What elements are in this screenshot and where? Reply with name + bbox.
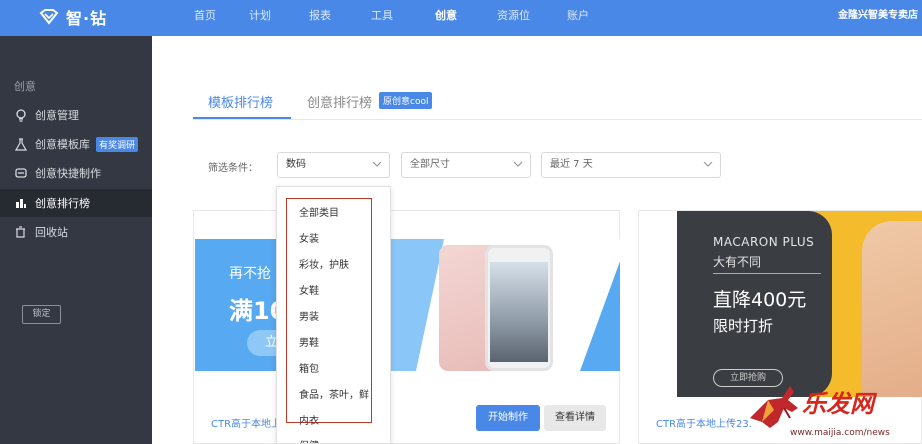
sidebar-item-template-library[interactable]: 创意模板库 有奖调研 [0, 130, 152, 158]
lock-button[interactable]: 锁定 [22, 305, 61, 324]
tab-creative-ranking[interactable]: 创意排行榜 [307, 92, 372, 111]
sidebar-item-label: 创意管理 [35, 109, 79, 122]
survey-badge[interactable]: 有奖调研 [96, 136, 139, 152]
dropdown-option[interactable]: 内衣 [299, 412, 319, 427]
shop-name[interactable]: 金隆兴智美专卖店 [838, 0, 918, 32]
sidebar-item-label: 创意模板库 [35, 138, 90, 151]
sidebar-section-title: 创意 [14, 80, 36, 93]
period-value: 最近 7 天 [550, 159, 593, 170]
nav-tools[interactable]: 工具 [353, 0, 417, 36]
sidebar-item-ranking[interactable]: 创意排行榜 [0, 189, 152, 217]
nav-report[interactable]: 报表 [289, 0, 353, 36]
sidebar-item-label: 回收站 [35, 226, 68, 239]
dropdown-option[interactable]: 全部类目 [299, 204, 339, 219]
banner-brand: MACARON PLUS [713, 235, 815, 249]
banner-promo: 限时打折 [713, 317, 774, 335]
dropdown-option[interactable]: 食品，茶叶，鲜 [299, 386, 369, 401]
template-preview-image[interactable]: MACARON PLUS 大有不同 直降400元 限时打折 立即抢购 [677, 211, 922, 397]
ctr-text: CTR高于本地上 [211, 419, 282, 430]
dropdown-option[interactable]: 男鞋 [299, 334, 319, 349]
category-value: 数码 [286, 159, 306, 170]
dropdown-option[interactable]: 箱包 [299, 360, 319, 375]
ctr-text: CTR高于本地上传23. [656, 419, 752, 430]
dropdown-option[interactable]: 女装 [299, 230, 319, 245]
nav-plan[interactable]: 计划 [225, 0, 289, 36]
banner-price: 直降400元 [713, 289, 807, 311]
chevron-down-icon [372, 161, 382, 167]
nav-resources[interactable]: 资源位 [481, 0, 557, 36]
nav-account[interactable]: 账户 [557, 0, 607, 36]
model-image [862, 221, 922, 397]
sidebar-item-label: 创意排行榜 [35, 197, 90, 210]
logo-text: 智·钻 [66, 9, 108, 28]
watermark-text: 乐发网 [802, 390, 874, 418]
template-card[interactable]: 再不抢 满10 立 CTR高于本地上 开始制作 查看详情 [193, 210, 620, 444]
tab-divider [193, 119, 922, 120]
tab-template-ranking[interactable]: 模板排行榜 [208, 92, 273, 111]
nav-creative[interactable]: 创意 [417, 0, 481, 36]
top-bar: 智·钻 首页 计划 报表 工具 创意 资源位 账户 金隆兴智美专卖店 [0, 0, 922, 36]
dropdown-option[interactable]: 保健 [299, 437, 319, 443]
sidebar-item-quick-make[interactable]: 创意快捷制作 [0, 159, 152, 187]
flask-icon [14, 137, 27, 151]
phone-image [485, 245, 553, 371]
category-dropdown[interactable]: 全部类目 女装 彩妆，护肤 女鞋 男装 男鞋 箱包 食品，茶叶，鲜 内衣 保健 [276, 186, 391, 444]
trash-icon [14, 226, 27, 239]
layers-icon [14, 167, 27, 180]
category-select[interactable]: 数码 [277, 152, 390, 178]
cool-badge: 原创意cool [379, 92, 433, 109]
bar-chart-icon [14, 197, 27, 210]
start-making-button[interactable]: 开始制作 [476, 405, 540, 431]
dropdown-option[interactable]: 彩妆，护肤 [299, 256, 349, 271]
sidebar-item-label: 创意快捷制作 [35, 167, 101, 180]
template-preview-image[interactable]: 再不抢 满10 立 [195, 239, 620, 371]
logo[interactable]: 智·钻 [38, 6, 107, 28]
view-details-button[interactable]: 查看详情 [544, 405, 606, 431]
banner-subtitle: 大有不同 [713, 255, 762, 269]
sidebar: 创意 创意管理 创意模板库 有奖调研 创意快捷制作 创意排行榜 回收站 锁定 [0, 36, 152, 444]
filter-label: 筛选条件： [208, 163, 258, 174]
chevron-down-icon [703, 161, 713, 167]
main-nav: 首页 计划 报表 工具 创意 资源位 账户 [185, 0, 607, 36]
diamond-icon [39, 9, 59, 25]
period-select[interactable]: 最近 7 天 [541, 152, 721, 178]
size-select[interactable]: 全部尺寸 [401, 152, 531, 178]
sidebar-item-creative-manage[interactable]: 创意管理 [0, 101, 152, 129]
nav-home[interactable]: 首页 [185, 0, 225, 36]
chevron-down-icon [513, 161, 523, 167]
dropdown-option[interactable]: 男装 [299, 308, 319, 323]
sidebar-item-recycle[interactable]: 回收站 [0, 218, 152, 246]
bulb-icon [14, 108, 27, 122]
banner-text: 再不抢 [229, 266, 271, 282]
watermark: 乐发网 www.maijia.com/news [740, 378, 922, 444]
size-value: 全部尺寸 [410, 159, 450, 170]
dropdown-option[interactable]: 女鞋 [299, 282, 319, 297]
watermark-url: www.maijia.com/news [790, 428, 890, 438]
